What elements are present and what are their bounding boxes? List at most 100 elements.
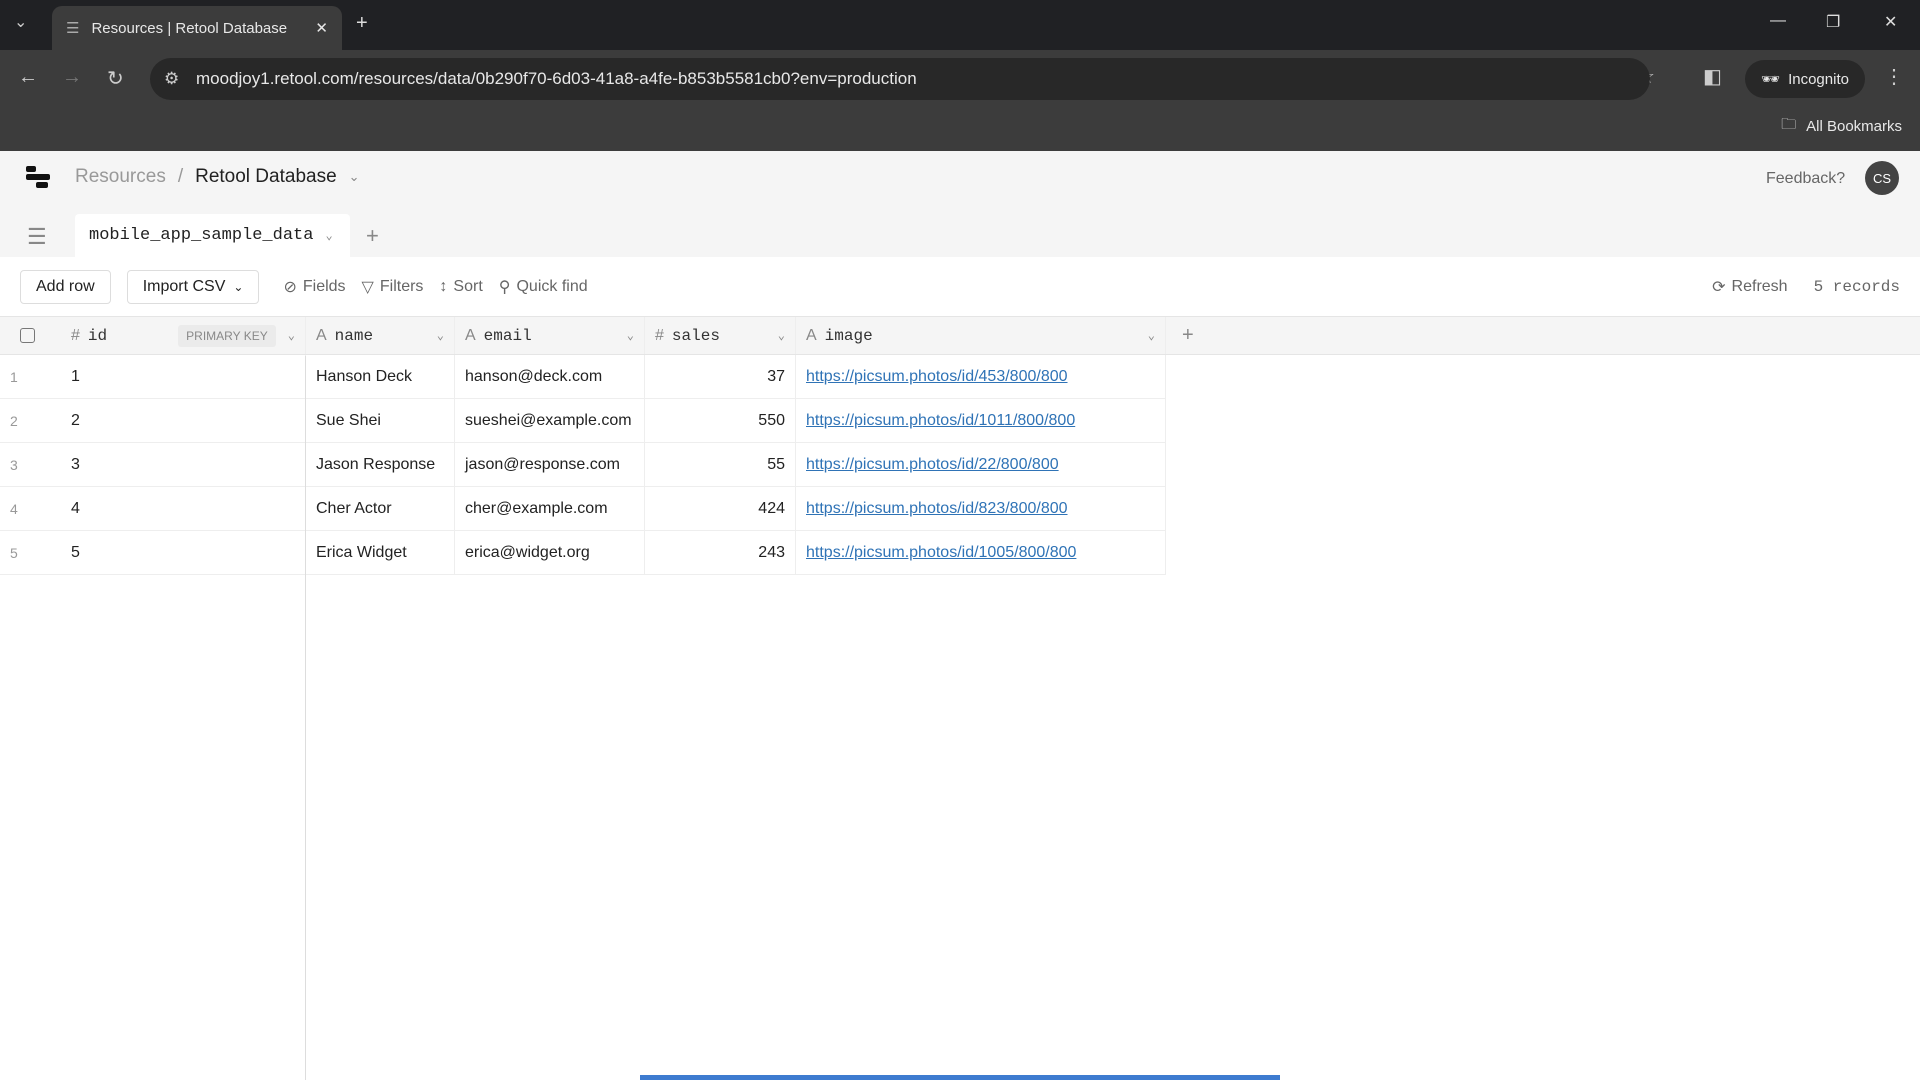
add-column-icon[interactable]: + bbox=[1166, 317, 1204, 354]
fields-button[interactable]: ⊘ Fields bbox=[283, 277, 345, 297]
site-info-icon[interactable]: ⚙ bbox=[164, 69, 179, 89]
cell-name[interactable]: Cher Actor bbox=[306, 487, 455, 530]
import-csv-button[interactable]: Import CSV ⌄ bbox=[126, 269, 260, 304]
menu-icon[interactable]: ⋮ bbox=[1884, 64, 1904, 89]
close-tab-icon[interactable]: ✕ bbox=[315, 19, 328, 37]
retool-logo-icon[interactable] bbox=[26, 166, 50, 188]
close-window-icon[interactable]: ✕ bbox=[1884, 12, 1897, 32]
cell-name[interactable]: Erica Widget bbox=[306, 531, 455, 574]
cell-name[interactable]: Jason Response bbox=[306, 443, 455, 486]
chevron-down-icon[interactable]: ⌄ bbox=[349, 169, 360, 185]
add-tab-icon[interactable]: + bbox=[366, 223, 379, 249]
cell-image[interactable]: https://picsum.photos/id/22/800/800 bbox=[796, 443, 1166, 486]
cell-email[interactable]: hanson@deck.com bbox=[455, 355, 645, 398]
image-link[interactable]: https://picsum.photos/id/1005/800/800 bbox=[806, 544, 1076, 562]
table-row[interactable]: 2 2 Sue Shei sueshei@example.com 550 htt… bbox=[0, 399, 1166, 443]
image-link[interactable]: https://picsum.photos/id/453/800/800 bbox=[806, 368, 1068, 386]
refresh-button[interactable]: ⟳ Refresh bbox=[1712, 277, 1787, 297]
table-row[interactable]: 3 3 Jason Response jason@response.com 55… bbox=[0, 443, 1166, 487]
column-header-email[interactable]: Aemail ⌄ bbox=[455, 317, 645, 354]
chevron-down-icon[interactable]: ⌄ bbox=[778, 328, 785, 343]
record-count: 5 records bbox=[1813, 277, 1900, 296]
cell-image[interactable]: https://picsum.photos/id/453/800/800 bbox=[796, 355, 1166, 398]
favicon-icon: ☰ bbox=[66, 20, 80, 37]
folder-icon: 🗀 bbox=[1781, 116, 1797, 133]
bookmarks-label: All Bookmarks bbox=[1806, 118, 1902, 135]
browser-tab[interactable]: ☰ Resources | Retool Database ✕ bbox=[52, 6, 342, 50]
cell-sales[interactable]: 550 bbox=[645, 399, 796, 442]
avatar[interactable]: CS bbox=[1865, 161, 1899, 195]
url-text: moodjoy1.retool.com/resources/data/0b290… bbox=[196, 69, 917, 88]
text-type-icon: A bbox=[465, 326, 476, 344]
row-number: 5 bbox=[10, 544, 18, 561]
cell-sales[interactable]: 424 bbox=[645, 487, 796, 530]
breadcrumb-current[interactable]: Retool Database bbox=[195, 166, 337, 188]
hamburger-icon[interactable]: ☰ bbox=[27, 224, 47, 250]
restore-icon[interactable]: ❐ bbox=[1826, 12, 1840, 32]
sort-button[interactable]: ↕ Sort bbox=[439, 278, 482, 296]
chevron-down-icon[interactable]: ⌄ bbox=[627, 328, 634, 343]
side-panel-icon[interactable]: ◧ bbox=[1703, 64, 1722, 89]
cell-image[interactable]: https://picsum.photos/id/1011/800/800 bbox=[796, 399, 1166, 442]
breadcrumb-separator: / bbox=[177, 166, 184, 187]
table-row[interactable]: 1 1 Hanson Deck hanson@deck.com 37 https… bbox=[0, 355, 1166, 399]
cell-sales[interactable]: 55 bbox=[645, 443, 796, 486]
url-input[interactable]: ⚙ moodjoy1.retool.com/resources/data/0b2… bbox=[150, 58, 1650, 100]
forward-icon[interactable]: → bbox=[62, 66, 82, 89]
number-type-icon: # bbox=[71, 326, 80, 344]
cell-id[interactable]: 5 bbox=[61, 531, 306, 574]
cell-name[interactable]: Sue Shei bbox=[306, 399, 455, 442]
breadcrumb: Resources / Retool Database ⌄ bbox=[75, 166, 360, 188]
tab-title: Resources | Retool Database bbox=[91, 19, 288, 37]
chevron-down-icon[interactable]: ⌄ bbox=[325, 228, 332, 243]
data-grid: # id PRIMARY KEY ⌄ Aname ⌄ Aemail ⌄ # sales ⌄ A… bbox=[0, 316, 1920, 575]
header-row: # id PRIMARY KEY ⌄ Aname ⌄ Aemail ⌄ # sales ⌄ A… bbox=[0, 316, 1920, 355]
column-name: image bbox=[824, 326, 873, 345]
back-icon[interactable]: ← bbox=[18, 66, 38, 89]
all-bookmarks[interactable]: 🗀 All Bookmarks bbox=[1781, 114, 1902, 139]
filters-button[interactable]: ▽ Filters bbox=[362, 277, 424, 297]
breadcrumb-resources[interactable]: Resources bbox=[75, 166, 166, 188]
cell-email[interactable]: erica@widget.org bbox=[455, 531, 645, 574]
new-tab-icon[interactable]: + bbox=[356, 12, 368, 35]
cell-email[interactable]: jason@response.com bbox=[455, 443, 645, 486]
column-header-name[interactable]: Aname ⌄ bbox=[306, 317, 455, 354]
column-header-sales[interactable]: # sales ⌄ bbox=[645, 317, 796, 354]
eye-off-icon: ⊘ bbox=[283, 278, 297, 296]
image-link[interactable]: https://picsum.photos/id/823/800/800 bbox=[806, 500, 1068, 518]
table-row[interactable]: 4 4 Cher Actor cher@example.com 424 http… bbox=[0, 487, 1166, 531]
image-link[interactable]: https://picsum.photos/id/1011/800/800 bbox=[806, 412, 1075, 430]
cell-id[interactable]: 4 bbox=[61, 487, 306, 530]
chevron-down-icon[interactable]: ⌄ bbox=[437, 328, 444, 343]
select-all-checkbox[interactable] bbox=[0, 317, 61, 354]
row-number: 3 bbox=[10, 456, 18, 473]
quick-find-button[interactable]: ⚲ Quick find bbox=[499, 277, 588, 297]
tab-mobile-app-sample-data[interactable]: mobile_app_sample_data ⌄ bbox=[75, 214, 350, 257]
cell-image[interactable]: https://picsum.photos/id/823/800/800 bbox=[796, 487, 1166, 530]
horizontal-scrollbar[interactable] bbox=[640, 1075, 1280, 1080]
text-type-icon: A bbox=[806, 326, 817, 344]
feedback-link[interactable]: Feedback? bbox=[1766, 170, 1845, 188]
cell-email[interactable]: cher@example.com bbox=[455, 487, 645, 530]
incognito-badge[interactable]: 🕶 Incognito bbox=[1745, 60, 1865, 98]
cell-id[interactable]: 1 bbox=[61, 355, 306, 398]
reload-icon[interactable]: ↻ bbox=[107, 66, 124, 91]
add-row-button[interactable]: Add row bbox=[20, 269, 111, 304]
column-header-id[interactable]: # id PRIMARY KEY ⌄ bbox=[61, 317, 306, 354]
toolbar: Add row Import CSV ⌄ ⊘ Fields ▽ Filters ↕ So… bbox=[0, 257, 1920, 316]
table-row[interactable]: 5 5 Erica Widget erica@widget.org 243 ht… bbox=[0, 531, 1166, 575]
image-link[interactable]: https://picsum.photos/id/22/800/800 bbox=[806, 456, 1059, 474]
chevron-down-icon[interactable]: ⌄ bbox=[1148, 328, 1155, 343]
cell-sales[interactable]: 37 bbox=[645, 355, 796, 398]
cell-name[interactable]: Hanson Deck bbox=[306, 355, 455, 398]
tab-search-icon[interactable]: ⌄ bbox=[14, 12, 27, 32]
sort-label: Sort bbox=[453, 277, 483, 295]
cell-id[interactable]: 3 bbox=[61, 443, 306, 486]
cell-id[interactable]: 2 bbox=[61, 399, 306, 442]
cell-sales[interactable]: 243 bbox=[645, 531, 796, 574]
cell-image[interactable]: https://picsum.photos/id/1005/800/800 bbox=[796, 531, 1166, 574]
chevron-down-icon[interactable]: ⌄ bbox=[288, 328, 295, 343]
column-header-image[interactable]: Aimage ⌄ bbox=[796, 317, 1166, 354]
cell-email[interactable]: sueshei@example.com bbox=[455, 399, 645, 442]
minimize-icon[interactable]: — bbox=[1770, 12, 1786, 30]
